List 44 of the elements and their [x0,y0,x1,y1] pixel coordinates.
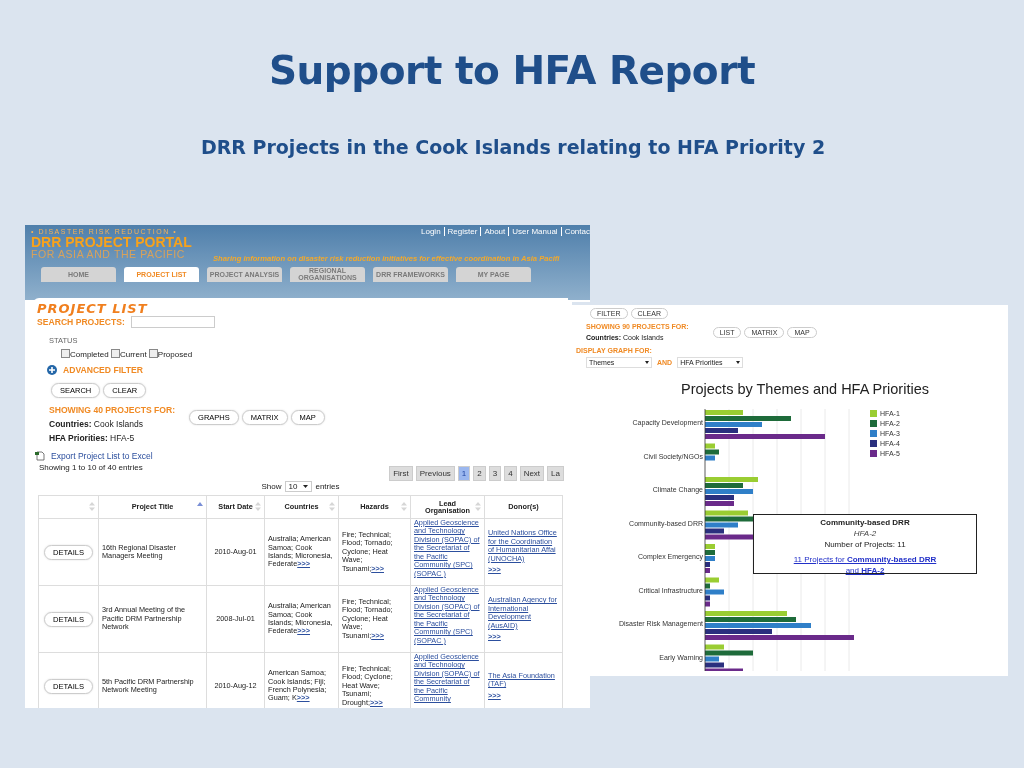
tooltip-count: Number of Projects: 11 [823,539,907,550]
checkbox[interactable] [61,349,70,358]
filter-summary: HFA Priorities: HFA-5 [49,432,136,445]
caret-icon [303,485,309,488]
filter-summary: Countries: Cook Islands [49,418,144,431]
results-heading: SHOWING 40 PROJECTS FOR: [49,404,176,417]
nav-link[interactable]: About [484,227,506,236]
show-label: Show [261,482,282,491]
page-heading: PROJECT LIST [37,301,149,316]
nav-link[interactable]: Contac [564,227,590,236]
export-link[interactable]: Export Project List to Excel [51,451,153,461]
page-button[interactable]: La [547,466,564,481]
page-button[interactable]: 2 [473,466,486,481]
caret-icon [736,361,741,364]
caret-icon [645,361,649,364]
field-label: SEARCH PROJECTS: [37,317,125,327]
plus-icon[interactable] [47,365,57,375]
chart-title: Projects by Themes and HFA Priorities [680,381,930,397]
projects-link[interactable]: 11 Projects for Community-based DRR and HFA-2 [790,554,940,576]
slide-subtitle: DRR Projects in the Cook Islands relating to HFA Priority 2 [199,136,827,158]
search-field[interactable] [130,316,215,328]
logo-title: DRR PROJECT PORTAL [31,235,192,249]
checkbox-label: Current [119,350,147,359]
page-button[interactable]: 4 [504,466,517,481]
page-button[interactable]: 1 [457,466,471,481]
nav-link[interactable]: Login [421,227,441,236]
nav-link[interactable]: Register [447,227,478,236]
logo-subtitle: FOR ASIA AND THE PACIFIC [31,249,187,260]
checkbox[interactable] [148,349,158,358]
entries-info: Showing 1 to 10 of 40 entries [39,463,143,472]
page-button[interactable]: Previous [415,466,455,481]
checkbox-label: Proposed [157,350,193,359]
spreadsheet-icon[interactable] [35,451,45,461]
page-size-select[interactable]: 10 [284,481,313,492]
checkbox-label: Completed [70,350,109,359]
page-button[interactable]: First [389,466,413,481]
tooltip-title: Community-based DRR [819,517,911,528]
entries-label: entries [315,482,340,491]
page-button[interactable]: Next [519,466,545,481]
tooltip-series: HFA-2 [852,528,878,539]
slide-title: Support to HFA Report [267,47,757,93]
page-button[interactable]: 3 [488,466,502,481]
nav-link[interactable]: User Manual [512,227,558,236]
checkbox[interactable] [110,349,120,358]
